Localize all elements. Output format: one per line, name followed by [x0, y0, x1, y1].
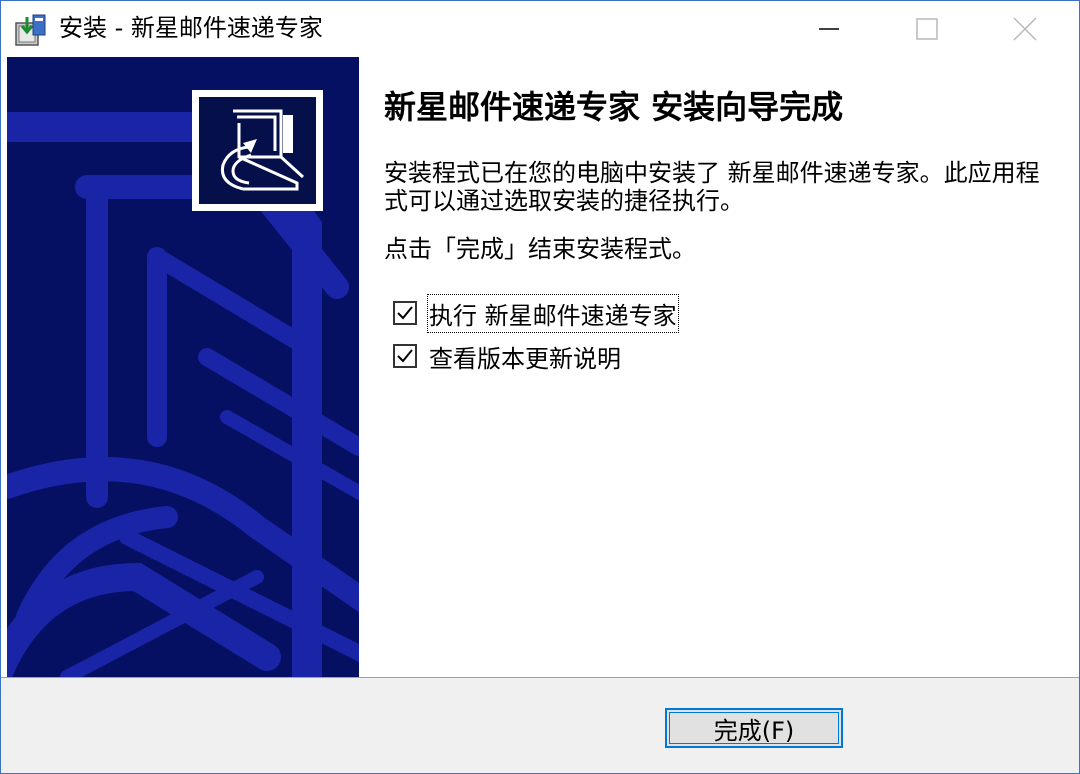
- wizard-banner: [7, 57, 359, 677]
- close-icon: [1013, 17, 1037, 41]
- finish-button[interactable]: 完成(F): [665, 708, 843, 748]
- view-release-notes-checkbox[interactable]: 查看版本更新说明: [393, 339, 621, 373]
- checkmark-icon: [397, 306, 413, 320]
- close-button[interactable]: [975, 1, 1075, 57]
- button-bar: 完成(F): [1, 677, 1079, 773]
- finish-button-label: 完成(F): [713, 716, 795, 745]
- checkbox-label[interactable]: 查看版本更新说明: [429, 339, 621, 374]
- page-title: 新星邮件速递专家 安装向导完成: [384, 88, 844, 126]
- window-title: 安装 - 新星邮件速递专家: [59, 14, 323, 42]
- minimize-button[interactable]: [779, 1, 879, 57]
- checkbox-label[interactable]: 执行 新星邮件速递专家: [427, 293, 679, 333]
- checkmark-icon: [397, 349, 413, 363]
- maximize-button[interactable]: [877, 1, 977, 57]
- run-app-checkbox[interactable]: 执行 新星邮件速递专家: [393, 293, 679, 333]
- title-bar[interactable]: 安装 - 新星邮件速递专家: [1, 1, 1079, 57]
- installer-app-icon: [13, 13, 47, 47]
- checkbox-box[interactable]: [393, 301, 417, 325]
- installer-window: 安装 - 新星邮件速递专家 新星邮件速递专家 安装向导完成 安装程式已在您的电脑…: [0, 0, 1080, 774]
- install-complete-message: 安装程式已在您的电脑中安装了 新星邮件速递专家。此应用程式可以通过选取安装的捷径…: [384, 159, 1040, 215]
- finish-instruction: 点击「完成」结束安装程式。: [384, 235, 696, 263]
- minimize-icon: [819, 28, 839, 30]
- banner-logo: [192, 90, 323, 211]
- computer-install-icon: [220, 109, 305, 191]
- maximize-icon: [916, 18, 938, 40]
- checkbox-box[interactable]: [393, 344, 417, 368]
